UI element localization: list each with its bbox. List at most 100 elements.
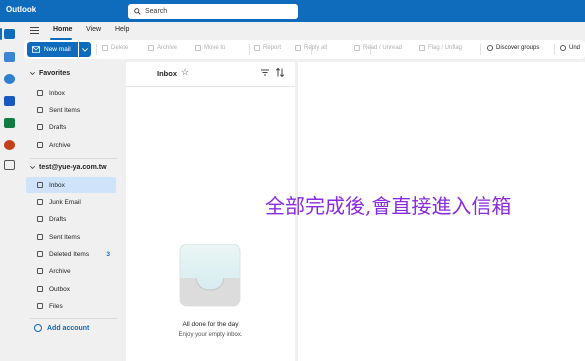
folder-label: Sent Items xyxy=(49,233,81,241)
empty-state-title: All done for the day xyxy=(182,321,239,328)
folder-item-archive[interactable]: Archive xyxy=(26,263,116,279)
favorites-item-inbox[interactable]: Inbox xyxy=(26,85,116,101)
add-account-label: Add account xyxy=(47,324,90,332)
message-list-title: Inbox xyxy=(157,69,177,78)
hamburger-icon[interactable] xyxy=(30,27,39,35)
discover-groups-button[interactable]: Discover groups xyxy=(487,45,539,51)
folder-item-deleted[interactable]: Deleted Items 3 xyxy=(26,246,116,262)
archive-icon xyxy=(37,142,43,148)
new-mail-label: New mail xyxy=(44,46,71,53)
read-unread-label: Read / Unread xyxy=(363,45,403,51)
pencil-icon xyxy=(37,216,43,222)
chevron-down-icon xyxy=(82,47,88,52)
groups-icon xyxy=(487,45,493,51)
search-input[interactable]: Search xyxy=(145,8,167,15)
top-bar: Outlook Search xyxy=(0,0,585,22)
tab-help[interactable]: Help xyxy=(115,26,129,33)
folder-item-junk[interactable]: Junk Email xyxy=(26,194,116,210)
inbox-icon xyxy=(37,182,43,188)
filter-icon[interactable] xyxy=(261,69,269,76)
discover-groups-label: Discover groups xyxy=(496,45,540,51)
undo-icon xyxy=(560,45,566,51)
favorites-item-archive[interactable]: Archive xyxy=(26,137,116,153)
ribbon-tabs: Home View Help xyxy=(20,22,585,40)
move-to-label: Move to xyxy=(204,45,226,51)
folder-item-outbox[interactable]: Outbox xyxy=(26,281,116,297)
excel-icon[interactable] xyxy=(4,118,15,128)
envelope-open-icon xyxy=(354,45,360,51)
folder-label: Files xyxy=(49,302,63,310)
sort-icon[interactable] xyxy=(276,68,284,77)
account-header[interactable]: test@yue-ya.com.tw xyxy=(30,164,107,171)
trash-icon xyxy=(102,45,108,51)
person-add-icon xyxy=(34,324,42,332)
chevron-down-icon xyxy=(30,165,35,169)
report-label: Report xyxy=(263,45,282,51)
folder-label: Inbox xyxy=(49,89,65,97)
flag-unflag-button[interactable]: Flag / Unflag xyxy=(419,45,462,51)
reply-all-icon xyxy=(295,45,301,51)
folder-divider xyxy=(30,318,118,319)
favorites-item-drafts[interactable]: Drafts xyxy=(26,119,116,135)
add-account-link[interactable]: Add account xyxy=(34,324,89,332)
folder-label: Drafts xyxy=(49,215,67,223)
folder-item-inbox[interactable]: Inbox xyxy=(26,177,116,193)
people-icon[interactable] xyxy=(4,74,15,84)
list-header-divider xyxy=(126,86,295,87)
reply-all-label: Reply all xyxy=(304,45,328,51)
new-mail-dropdown[interactable] xyxy=(79,42,91,57)
toolbar-divider xyxy=(96,44,97,55)
empty-state-subtitle: Enjoy your empty inbox. xyxy=(178,332,243,338)
folder-label: Archive xyxy=(49,267,71,275)
archive-button[interactable]: Archive xyxy=(148,45,177,51)
star-icon[interactable]: ☆ xyxy=(181,67,189,78)
search-box[interactable]: Search xyxy=(128,4,298,19)
powerpoint-icon[interactable] xyxy=(4,140,15,150)
delete-button[interactable]: Delete xyxy=(102,45,128,51)
toolbar-divider xyxy=(480,44,481,55)
tab-view[interactable]: View xyxy=(86,26,101,33)
folder-label: Outbox xyxy=(49,285,70,293)
unread-count-badge: 3 xyxy=(106,250,110,258)
mail-icon[interactable] xyxy=(4,29,15,39)
flag-icon xyxy=(419,45,425,51)
archive-label: Archive xyxy=(157,45,178,51)
undo-button[interactable]: Und xyxy=(560,45,580,51)
flag-unflag-label: Flag / Unflag xyxy=(428,45,463,51)
move-to-button[interactable]: Move to xyxy=(195,45,225,51)
favorites-item-sent[interactable]: Sent Items xyxy=(26,102,116,118)
search-icon xyxy=(134,8,141,15)
folder-label: Inbox xyxy=(49,181,65,189)
calendar-icon[interactable] xyxy=(4,52,15,62)
pencil-icon xyxy=(37,124,43,130)
send-icon xyxy=(37,107,43,113)
folder-item-sent[interactable]: Sent Items xyxy=(26,229,116,245)
folder-icon xyxy=(37,303,43,309)
report-button[interactable]: Report xyxy=(254,45,281,51)
envelope-icon xyxy=(32,46,40,53)
read-unread-button[interactable]: Read / Unread xyxy=(354,45,402,51)
more-apps-icon[interactable] xyxy=(4,160,15,170)
inbox-icon xyxy=(37,90,43,96)
folder-item-files[interactable]: Files xyxy=(26,298,116,314)
app-title[interactable]: Outlook xyxy=(6,5,36,14)
toolbar-divider xyxy=(249,44,250,55)
folder-label: Sent Items xyxy=(49,106,81,114)
tab-home[interactable]: Home xyxy=(53,26,72,33)
delete-label: Delete xyxy=(111,45,129,51)
empty-inbox-illustration xyxy=(179,244,241,307)
reply-all-button[interactable]: Reply all xyxy=(295,45,327,51)
favorites-header[interactable]: Favorites xyxy=(30,70,70,77)
account-label: test@yue-ya.com.tw xyxy=(39,164,107,171)
app-rail xyxy=(0,22,20,361)
new-mail-button[interactable]: New mail xyxy=(27,42,78,57)
word-icon[interactable] xyxy=(4,96,15,106)
folder-label: Archive xyxy=(49,141,71,149)
favorites-label: Favorites xyxy=(39,70,71,77)
archive-icon xyxy=(37,268,43,274)
send-icon xyxy=(37,234,43,240)
folder-label: Deleted Items xyxy=(49,250,90,258)
folder-item-drafts[interactable]: Drafts xyxy=(26,211,116,227)
chevron-down-icon xyxy=(30,71,35,75)
junk-icon xyxy=(37,199,43,205)
